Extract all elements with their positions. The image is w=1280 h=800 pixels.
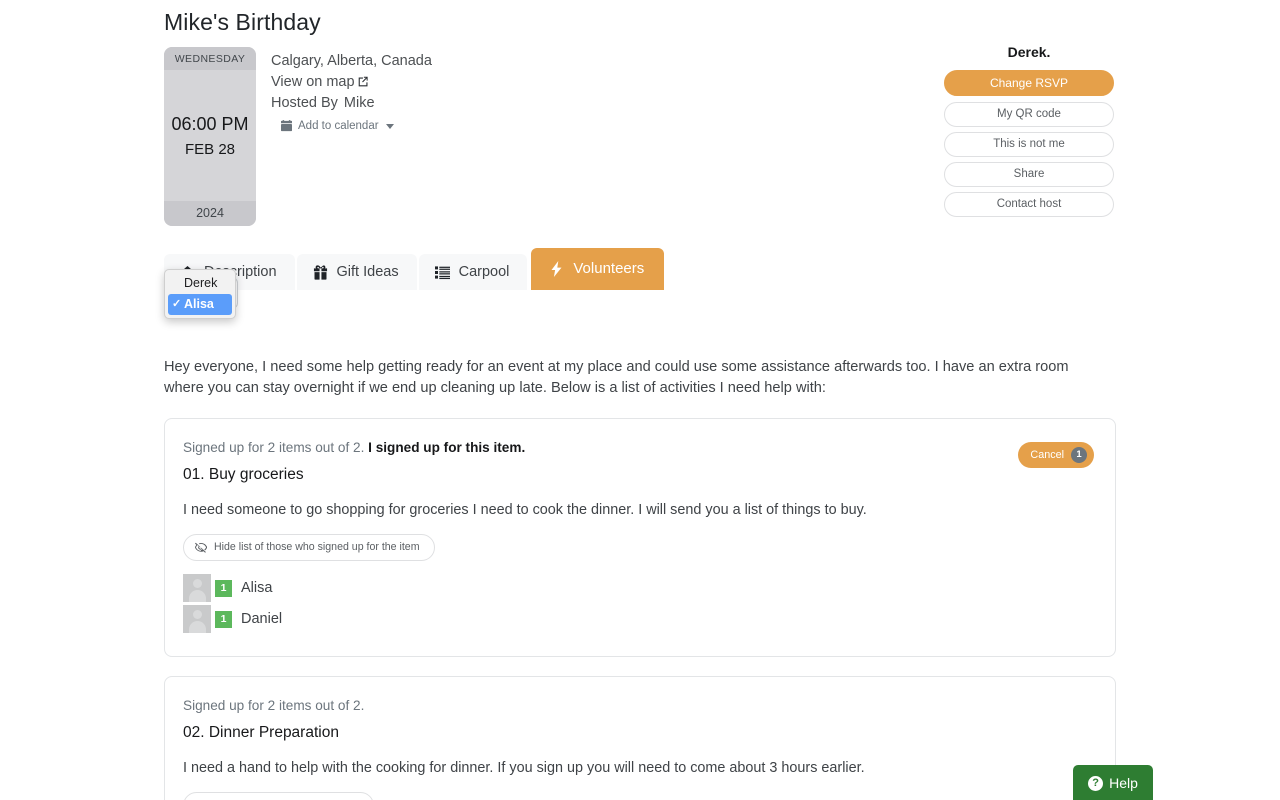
- hide-signups-label: Hide list of those who signed up for the…: [214, 541, 420, 553]
- tab-bar: Description Gift Ideas Carpool Volunteer…: [164, 248, 1116, 290]
- calendar-icon: [281, 120, 292, 132]
- date-day: FEB 28: [184, 140, 236, 158]
- tab-volunteers[interactable]: Volunteers: [531, 248, 665, 290]
- item-meta: Signed up for 2 items out of 2. I signed…: [183, 438, 1093, 457]
- item-description: I need someone to go shopping for grocer…: [183, 502, 867, 518]
- tab-gift-ideas[interactable]: Gift Ideas: [296, 254, 417, 290]
- tab-gift-ideas-label: Gift Ideas: [336, 264, 399, 280]
- add-to-calendar-label: Add to calendar: [298, 120, 379, 132]
- tab-carpool[interactable]: Carpool: [418, 254, 528, 290]
- this-is-not-me-button[interactable]: This is not me: [944, 132, 1114, 157]
- item-meta-count: Signed up for 2 items out of 2.: [183, 698, 365, 713]
- guest-name: Derek.: [1007, 44, 1051, 60]
- signup-count-badge: 1: [215, 610, 232, 628]
- view-on-map-label: View on map: [271, 74, 355, 90]
- share-button[interactable]: Share: [944, 162, 1114, 187]
- signup-list: 1 Alisa 1 Daniel: [183, 574, 1093, 633]
- hide-signups-button[interactable]: Hide list of those who signed up for the…: [183, 534, 435, 561]
- guest-dropdown-option-derek[interactable]: Derek: [168, 273, 232, 294]
- change-rsvp-button[interactable]: Change RSVP: [944, 70, 1114, 96]
- volunteer-item-card: Signed up for 2 items out of 2. 02. Dinn…: [164, 676, 1116, 800]
- rsvp-panel: Derek. Change RSVP My QR code This is no…: [944, 43, 1114, 222]
- gift-icon: [313, 264, 328, 280]
- item-meta: Signed up for 2 items out of 2.: [183, 696, 1093, 715]
- date-time: 06:00 PM: [171, 113, 249, 134]
- event-date-card: WEDNESDAY 06:00 PM FEB 28 2024: [164, 47, 256, 226]
- signup-row: 1 Daniel: [183, 605, 1093, 633]
- cancel-signup-button[interactable]: Cancel 1: [1018, 442, 1094, 468]
- add-to-calendar-button[interactable]: Add to calendar: [281, 120, 394, 132]
- volunteers-intro: Hey everyone, I need some help getting r…: [164, 359, 1069, 396]
- event-page: Mike's Birthday WEDNESDAY 06:00 PM FEB 2…: [0, 0, 1280, 800]
- avatar: [183, 574, 211, 602]
- host-name: Mike: [343, 95, 375, 111]
- date-main: 06:00 PM FEB 28: [164, 70, 256, 201]
- external-link-icon: [358, 73, 369, 94]
- date-year: 2024: [164, 201, 256, 226]
- tab-carpool-label: Carpool: [458, 264, 510, 280]
- help-button[interactable]: ? Help: [1073, 765, 1153, 800]
- help-label: Help: [1109, 775, 1138, 791]
- signup-count-badge: 1: [215, 579, 232, 597]
- guest-dropdown-option-alisa-label: Alisa: [184, 297, 214, 311]
- cancel-count-badge: 1: [1071, 447, 1087, 463]
- volunteer-item-card: Signed up for 2 items out of 2. I signed…: [164, 418, 1116, 657]
- avatar: [183, 605, 211, 633]
- signup-name: Daniel: [241, 611, 283, 627]
- guest-dropdown-menu[interactable]: Derek ✓ Alisa: [164, 269, 236, 319]
- item-mine-note: I signed up for this item.: [368, 440, 526, 455]
- list-icon: [434, 265, 450, 280]
- contact-host-button[interactable]: Contact host: [944, 192, 1114, 217]
- item-title: 01. Buy groceries: [183, 466, 304, 483]
- guest-dropdown-option-alisa[interactable]: ✓ Alisa: [168, 294, 232, 315]
- hosted-by-label: Hosted By: [271, 95, 338, 111]
- see-signups-button[interactable]: See who signed up for the item: [183, 792, 375, 800]
- view-on-map-anchor[interactable]: View on map: [271, 74, 355, 90]
- tab-volunteers-label: Volunteers: [573, 260, 645, 277]
- signup-row: 1 Alisa: [183, 574, 1093, 602]
- item-meta-count: Signed up for 2 items out of 2.: [183, 440, 365, 455]
- eye-slash-icon: [195, 542, 207, 553]
- item-description: I need a hand to help with the cooking f…: [183, 760, 865, 776]
- page-title: Mike's Birthday: [164, 9, 321, 35]
- chevron-down-icon: [385, 123, 394, 129]
- date-weekday: WEDNESDAY: [164, 47, 256, 70]
- question-circle-icon: ?: [1088, 775, 1104, 791]
- my-qr-code-button[interactable]: My QR code: [944, 102, 1114, 127]
- signup-name: Alisa: [241, 580, 273, 596]
- item-title: 02. Dinner Preparation: [183, 724, 339, 741]
- bolt-icon: [549, 261, 564, 277]
- cancel-label: Cancel: [1030, 449, 1064, 461]
- check-icon: ✓: [172, 298, 182, 310]
